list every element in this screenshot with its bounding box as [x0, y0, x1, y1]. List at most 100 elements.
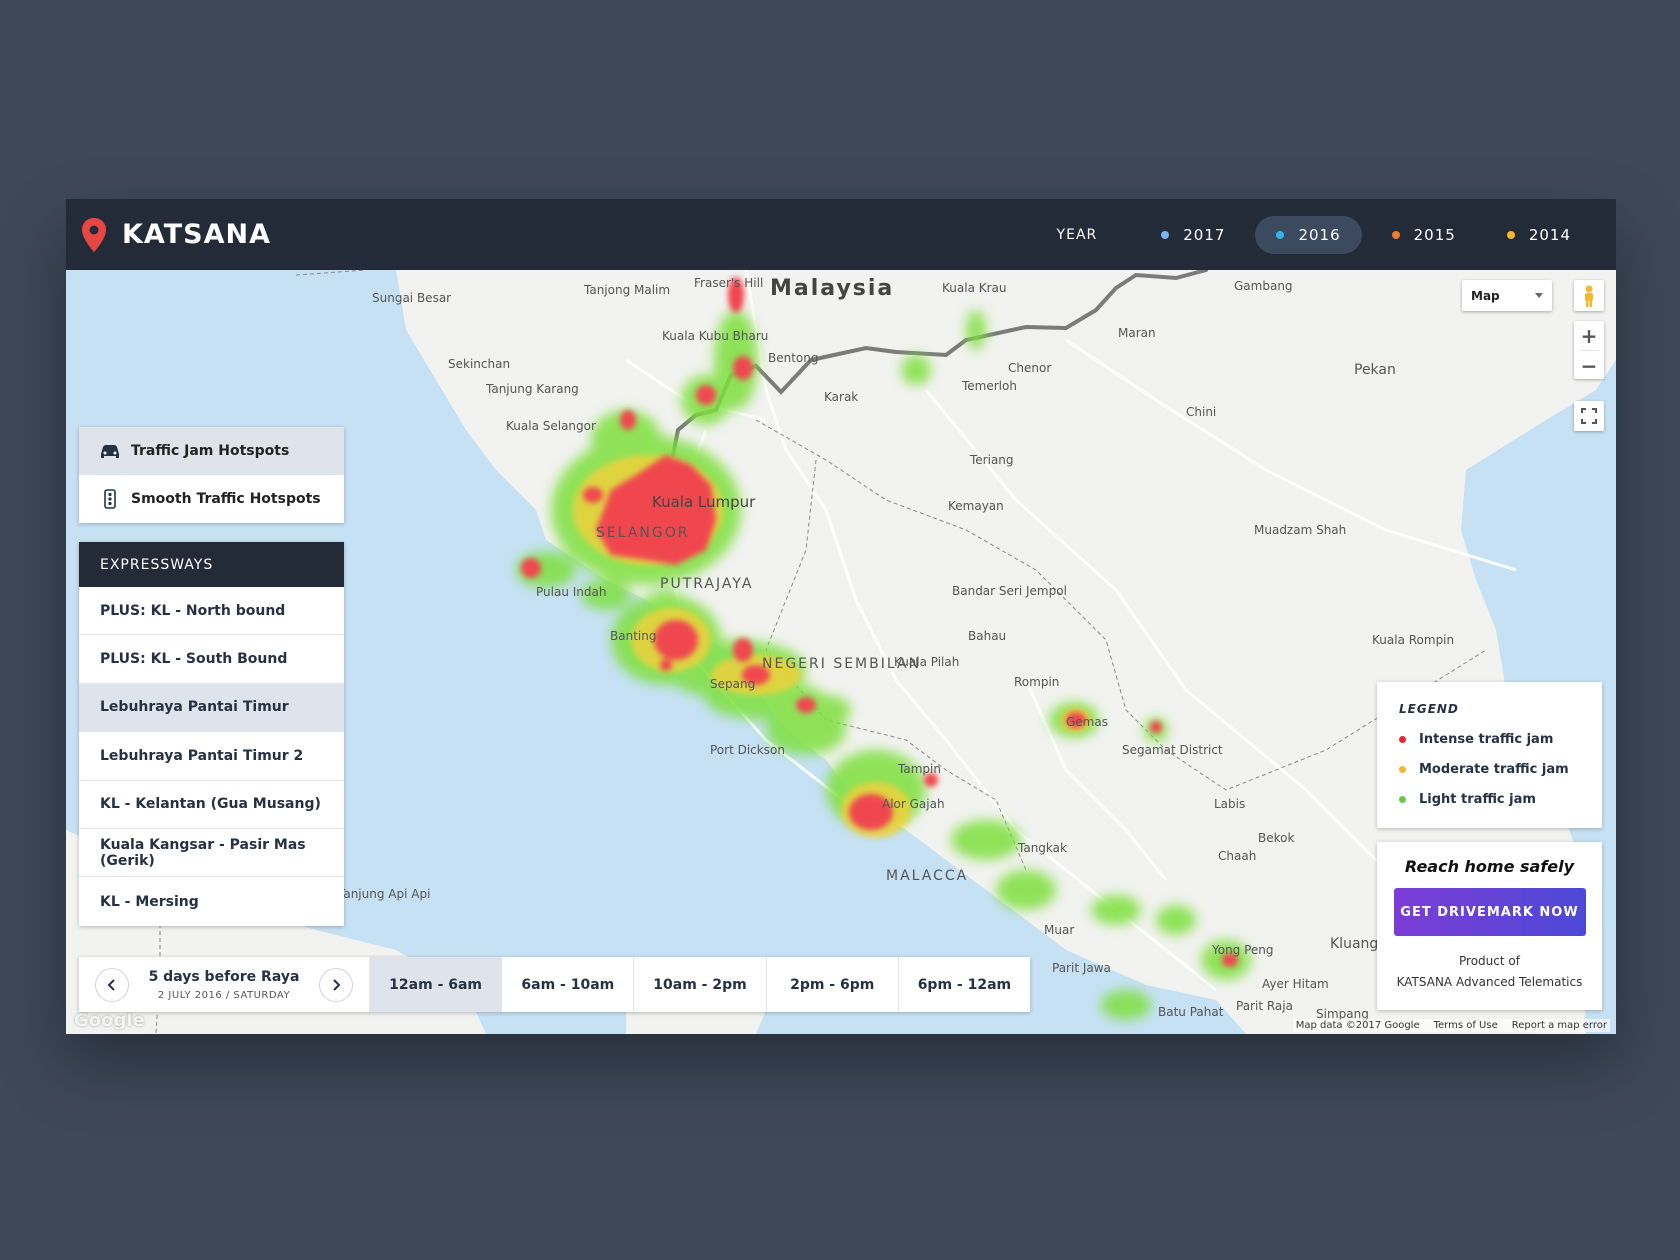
map-label: MALACCA [886, 868, 968, 884]
promo-title: Reach home safely [1404, 857, 1575, 876]
report-error-link[interactable]: Report a map error [1512, 1020, 1607, 1031]
day-title: 5 days before Raya [148, 968, 300, 985]
smooth-traffic-hotspots-tab[interactable]: Smooth Traffic Hotspots [79, 475, 344, 523]
year-2015-label: 2015 [1413, 225, 1456, 244]
day-navigator: 5 days before Raya 2 JULY 2016 / SATURDA… [79, 957, 370, 1012]
legend-item: Moderate traffic jam [1399, 754, 1602, 784]
map-label: Banting [610, 629, 656, 643]
legend-item: Light traffic jam [1399, 784, 1602, 814]
map-label: Maran [1118, 326, 1156, 340]
promo-footer-line: KATSANA Advanced Telematics [1396, 975, 1583, 989]
hotspot-label: Traffic Jam Hotspots [131, 442, 290, 459]
map-label: Bekok [1258, 831, 1294, 845]
map-label: Tanjung Api Api [337, 887, 430, 901]
map-label: Chenor [1008, 361, 1051, 375]
map-label: Temerloh [961, 379, 1017, 393]
zoom-control: + − [1574, 321, 1604, 379]
map-label: Port Dickson [710, 743, 785, 757]
map-country-label: Malaysia [770, 276, 894, 301]
terms-link[interactable]: Terms of Use [1434, 1020, 1498, 1031]
legend-label: Intense traffic jam [1419, 731, 1554, 747]
chevron-left-icon [107, 978, 115, 991]
street-view-button[interactable] [1574, 280, 1604, 311]
legend-dot-icon [1399, 765, 1406, 773]
year-2015-button[interactable]: 2015 [1371, 216, 1477, 254]
year-2016-button[interactable]: 2016 [1255, 215, 1362, 254]
brand[interactable]: KATSANA [82, 217, 271, 252]
map-label: Karak [824, 390, 858, 404]
map-label: Kuala Lumpur [652, 493, 756, 511]
year-dot-icon [1161, 230, 1170, 239]
zoom-out-button[interactable]: − [1574, 351, 1604, 380]
legend-item: Intense traffic jam [1399, 724, 1602, 754]
map-label: Chini [1186, 405, 1216, 419]
map-label: Kuala Kubu Bharu [662, 329, 768, 343]
legend-label: Light traffic jam [1419, 791, 1536, 807]
hotspot-panel: Traffic Jam Hotspots Smooth Traffic Hots… [79, 427, 344, 523]
day-date: 2 JULY 2016 / SATURDAY [157, 989, 291, 1001]
app-window: Sungai Besar Tanjong Malim Fraser's Hill… [66, 199, 1616, 1034]
hotspot-label: Smooth Traffic Hotspots [131, 491, 321, 507]
year-2014-button[interactable]: 2014 [1486, 216, 1592, 254]
top-bar: KATSANA YEAR 2017 2016 2015 2014 [66, 199, 1616, 270]
map-label: Kuala Krau [942, 281, 1007, 295]
map-label: PUTRAJAYA [660, 576, 753, 592]
next-day-button[interactable] [318, 967, 353, 1002]
map-label: Pekan [1354, 362, 1396, 378]
time-slot-button[interactable]: 6pm - 12am [899, 957, 1030, 1012]
map-label: Tampin [897, 762, 941, 776]
map-label: Segamat District [1122, 743, 1223, 757]
year-dot-icon [1276, 230, 1285, 239]
pegman-icon [1585, 285, 1593, 307]
map-type-value: Map [1471, 288, 1500, 303]
map-label: Tanjung Karang [485, 382, 579, 396]
map-label: Gambang [1234, 279, 1293, 293]
expressway-item[interactable]: Lebuhraya Pantai Timur [79, 683, 344, 733]
map-label: Batu Pahat [1158, 1005, 1224, 1019]
car-icon [101, 444, 119, 458]
location-pin-icon [82, 217, 106, 252]
expressway-item[interactable]: PLUS: KL - North bound [79, 587, 344, 636]
legend-dot-icon [1399, 735, 1406, 743]
map-label: Ayer Hitam [1262, 977, 1329, 991]
legend-title: LEGEND [1399, 702, 1459, 716]
promo-footer-line: Product of [1459, 954, 1520, 968]
map-label: Kemayan [948, 499, 1004, 513]
drivemark-promo: Reach home safely GET DRIVEMARK NOW Prod… [1377, 842, 1602, 1010]
map-label: Sepang [710, 677, 755, 691]
previous-day-button[interactable] [95, 967, 129, 1002]
time-slot-button[interactable]: 12am - 6am [370, 957, 503, 1012]
get-drivemark-button[interactable]: GET DRIVEMARK NOW [1393, 888, 1586, 936]
expressway-item[interactable]: Kuala Kangsar - Pasir Mas (Gerik) [79, 829, 344, 878]
legend-dot-icon [1399, 795, 1406, 803]
expressway-item[interactable]: Lebuhraya Pantai Timur 2 [79, 732, 344, 781]
map-label: Sungai Besar [372, 291, 451, 305]
map-data-credit: Map data ©2017 Google [1295, 1020, 1420, 1031]
year-dot-icon [1391, 230, 1400, 239]
map-label: Chaah [1218, 849, 1256, 863]
traffic-jam-hotspots-tab[interactable]: Traffic Jam Hotspots [79, 427, 344, 475]
expressways-title: EXPRESSWAYS [79, 542, 344, 587]
time-slot-button[interactable]: 2pm - 6pm [767, 957, 899, 1012]
time-slot-button[interactable]: 10am - 2pm [634, 957, 767, 1012]
map-label: Bahau [968, 629, 1006, 643]
map-label: Kuala Selangor [506, 419, 596, 433]
time-slot-button[interactable]: 6am - 10am [502, 957, 635, 1012]
map-label: Fraser's Hill [694, 276, 763, 290]
time-bar: 5 days before Raya 2 JULY 2016 / SATURDA… [79, 957, 1030, 1012]
year-2016-label: 2016 [1298, 225, 1341, 244]
map-label: Yong Peng [1211, 943, 1274, 957]
fullscreen-button[interactable] [1574, 401, 1604, 431]
year-2017-button[interactable]: 2017 [1140, 216, 1246, 254]
fullscreen-icon [1581, 408, 1597, 424]
map-label: Parit Jawa [1052, 961, 1111, 975]
map-label: Teriang [969, 453, 1014, 467]
expressway-item[interactable]: KL - Mersing [79, 877, 344, 925]
map-label: Alor Gajah [882, 797, 945, 811]
map-type-select[interactable]: Map [1462, 280, 1552, 311]
zoom-in-button[interactable]: + [1574, 321, 1604, 350]
expressway-item[interactable]: KL - Kelantan (Gua Musang) [79, 781, 344, 829]
promo-footer: Product of KATSANA Advanced Telematics [1377, 951, 1602, 993]
expressway-item[interactable]: PLUS: KL - South Bound [79, 635, 344, 684]
map-label: Sekinchan [448, 357, 510, 371]
